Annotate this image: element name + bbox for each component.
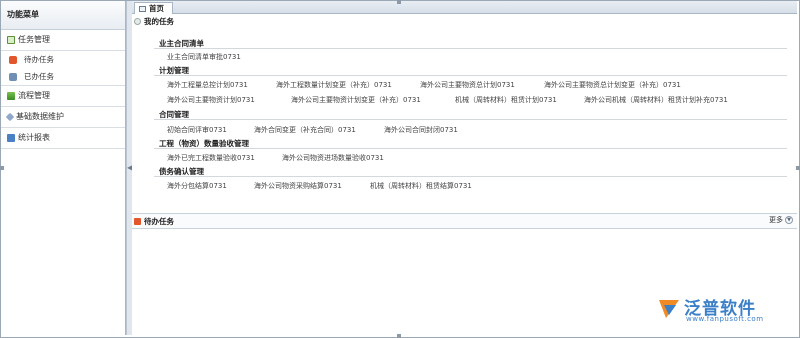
todo-tasks-header: 待办任务 更多 ▼ (132, 213, 797, 229)
section-divider (154, 119, 787, 120)
sidebar-group-label: 统计报表 (18, 133, 50, 142)
report-icon (7, 134, 15, 142)
section-divider (154, 148, 787, 149)
panel-title: 我的任务 (144, 16, 174, 26)
lightbulb-icon (134, 17, 141, 25)
section-divider (154, 48, 787, 49)
tab-bar: 首页 (132, 1, 797, 14)
flow-icon (7, 92, 15, 100)
more-label: 更多 (769, 216, 783, 224)
my-tasks-header: 我的任务 (132, 14, 797, 28)
sidebar-group-flow-management[interactable]: 流程管理 (1, 86, 125, 107)
sidebar-group-label: 流程管理 (18, 91, 50, 100)
task-link[interactable]: 机械（周转材料）租赁计划0731 (455, 95, 557, 105)
sidebar-group-base-data[interactable]: 基础数据维护 (1, 107, 125, 128)
task-link[interactable]: 海外公司主要物资总计划变更（补充）0731 (544, 80, 681, 90)
chevron-down-icon: ▼ (785, 216, 793, 224)
sidebar-title: 功能菜单 (1, 1, 125, 30)
todo-icon (9, 55, 17, 64)
sidebar-group-label: 任务管理 (18, 35, 50, 44)
section-divider (154, 75, 787, 76)
task-link[interactable]: 初始合同评审0731 (167, 125, 227, 135)
done-icon (9, 72, 17, 81)
task-link[interactable]: 机械（周转材料）租赁结算0731 (370, 181, 472, 191)
task-link[interactable]: 海外公司机械（周转材料）租赁计划补充0731 (584, 95, 728, 105)
section-divider (154, 176, 787, 177)
sidebar-item-label: 已办任务 (24, 72, 54, 81)
logo-mark-icon (659, 300, 679, 318)
logo-url: www.fanpusoft.com (686, 315, 764, 323)
more-link[interactable]: 更多 ▼ (769, 215, 793, 225)
tab-label: 首页 (149, 4, 164, 13)
home-icon (139, 5, 146, 12)
task-link[interactable]: 海外合同变更（补充合同）0731 (254, 125, 356, 135)
sidebar-item-done-tasks[interactable]: 已办任务 (1, 68, 125, 86)
todo-icon (134, 217, 141, 225)
brand-logo: 泛普软件 www.fanpusoft.com (656, 291, 791, 331)
task-link[interactable]: 海外分包结算0731 (167, 181, 227, 191)
task-link[interactable]: 海外公司主要物资总计划0731 (420, 80, 515, 90)
task-link[interactable]: 海外工程量总控计划0731 (167, 80, 248, 90)
task-link[interactable]: 海外工程数量计划变更（补充）0731 (276, 80, 392, 90)
task-link[interactable]: 海外公司合同封闭0731 (384, 125, 458, 135)
tab-home[interactable]: 首页 (134, 2, 173, 14)
sidebar-group-reports[interactable]: 统计报表 (1, 128, 125, 149)
sidebar-group-label: 基础数据维护 (16, 112, 64, 121)
task-icon (7, 36, 15, 44)
task-link[interactable]: 海外公司主要物资计划变更（补充）0731 (291, 95, 421, 105)
resize-grip[interactable] (397, 0, 401, 4)
task-link[interactable]: 海外已完工程数量验收0731 (167, 153, 255, 163)
task-link[interactable]: 海外公司物资进场数量验收0731 (282, 153, 384, 163)
resize-grip[interactable] (0, 166, 4, 170)
resize-grip[interactable] (397, 334, 401, 338)
task-link[interactable]: 业主合同清单审批0731 (167, 52, 241, 62)
sidebar-item-label: 待办任务 (24, 55, 54, 64)
task-link[interactable]: 海外公司物资采购结算0731 (254, 181, 342, 191)
sidebar-group-task-management[interactable]: 任务管理 (1, 30, 125, 51)
task-link[interactable]: 海外公司主要物资计划0731 (167, 95, 255, 105)
sidebar: 功能菜单 任务管理 待办任务 已办任务 流程管理 基础数据维护 统计报表 (1, 1, 126, 335)
main-content: 首页 我的任务 业主合同清单 业主合同清单审批0731 计划管理 海外工程量总控… (132, 1, 797, 335)
resize-grip[interactable] (796, 166, 800, 170)
panel-title: 待办任务 (144, 216, 174, 226)
base-data-icon (5, 112, 15, 122)
my-tasks-body: 业主合同清单 业主合同清单审批0731 计划管理 海外工程量总控计划0731 海… (132, 28, 797, 216)
sidebar-item-todo-tasks[interactable]: 待办任务 (1, 51, 125, 68)
